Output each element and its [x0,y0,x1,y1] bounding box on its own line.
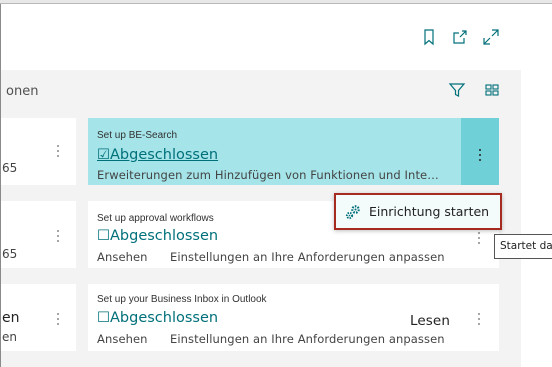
more-options-icon[interactable] [56,145,60,160]
card-more-button[interactable] [461,118,499,185]
card-description: Erweiterungen zum Hinzufügen von Funktio… [97,168,439,182]
context-menu: Einrichtung starten [334,193,502,230]
card-title: Set up your Business Inbox in Outlook [97,294,267,305]
card-title: Set up approval workflows [97,213,214,224]
card-status-link[interactable]: ☐Abgeschlossen [97,228,218,244]
more-options-icon[interactable] [477,232,481,247]
gears-icon [345,205,360,220]
left-card[interactable]: 65 [1,118,76,185]
menu-item-start-setup[interactable]: Einrichtung starten [336,195,500,228]
tile-view-icon[interactable] [483,81,501,99]
card-status-link[interactable]: ☐Abgeschlossen [97,310,218,326]
toolbar-label: onen [6,84,39,99]
more-options-icon[interactable] [477,313,481,328]
card-action-label[interactable]: Lesen [410,313,450,329]
left-card[interactable]: 65 [1,201,76,268]
left-card-text: 65 [2,247,18,261]
card-link[interactable]: Ansehen [97,250,148,264]
tooltip: Startet da [494,234,552,259]
left-card-text: 65 [2,161,18,175]
card-description: Einstellungen an Ihre Anforderungen anpa… [170,332,445,346]
card-description: Einstellungen an Ihre Anforderungen anpa… [170,250,445,264]
setup-card-be-search[interactable]: Set up BE-Search ☑Abgeschlossen Erweiter… [88,118,499,185]
menu-item-label: Einrichtung starten [369,204,490,219]
card-title: Set up BE-Search [97,130,178,141]
expand-icon[interactable] [482,28,500,46]
more-options-icon[interactable] [478,149,482,164]
left-card[interactable]: en en [1,284,76,351]
setup-card-business-inbox[interactable]: Set up your Business Inbox in Outlook ☐A… [88,284,499,351]
more-options-icon[interactable] [56,313,60,328]
bookmark-icon[interactable] [420,28,438,46]
card-link[interactable]: Ansehen [97,332,148,346]
left-card-text: en [2,330,17,344]
open-in-new-window-icon[interactable] [451,28,469,46]
page-header [1,4,521,70]
left-card-text: en [2,310,20,326]
filter-icon[interactable] [448,81,466,99]
card-status-link[interactable]: ☑Abgeschlossen [97,147,218,163]
more-options-icon[interactable] [56,230,60,245]
